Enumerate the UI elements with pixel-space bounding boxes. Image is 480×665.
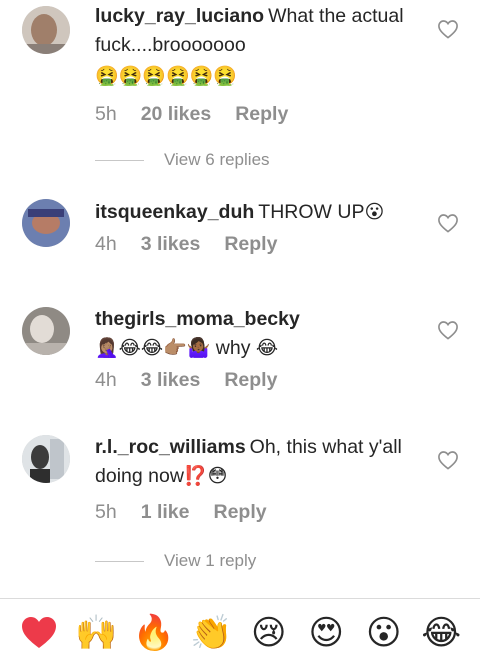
comment-emojis-prefix: 🤦🏽‍♀️😂😂👉🏽🤷🏾‍♀️: [95, 337, 211, 359]
comment-emojis: 😂: [255, 337, 279, 359]
view-replies-label: View 6 replies: [164, 150, 270, 169]
like-heart-icon[interactable]: [437, 450, 459, 470]
view-replies-label: View 1 reply: [164, 551, 257, 570]
comment-body: lucky_ray_luciano What the actual fuck...…: [95, 2, 425, 127]
reply-button[interactable]: Reply: [224, 369, 277, 392]
like-heart-icon[interactable]: [437, 213, 459, 233]
timestamp: 5h: [95, 102, 117, 125]
replies-divider-line: [95, 159, 144, 161]
comment-meta: 5h 20 likes Reply: [95, 101, 425, 127]
comment-text: r.l._roc_williams Oh, this what y'all doi…: [95, 433, 425, 491]
quick-emoji-bar: 🙌 🔥 👏 😢 😍 😮 😂: [0, 600, 480, 665]
timestamp: 4h: [95, 368, 117, 391]
crying-face-emoji-icon[interactable]: 😢: [247, 611, 291, 655]
timestamp: 4h: [95, 232, 117, 255]
comment-body: r.l._roc_williams Oh, this what y'all doi…: [95, 433, 425, 525]
comment-meta: 5h 1 like Reply: [95, 499, 425, 525]
comment-emojis: 🤮🤮🤮🤮🤮🤮: [95, 65, 237, 87]
likes-count[interactable]: 20 likes: [141, 103, 211, 126]
comment-meta: 4h 3 likes Reply: [95, 231, 425, 257]
avatar[interactable]: [22, 6, 70, 54]
raising-hands-emoji-icon[interactable]: 🙌: [74, 611, 118, 655]
likes-count[interactable]: 1 like: [141, 501, 190, 524]
reply-button[interactable]: Reply: [235, 103, 288, 126]
avatar[interactable]: [22, 199, 70, 247]
reply-button[interactable]: Reply: [214, 501, 267, 524]
red-heart-emoji-icon[interactable]: [17, 611, 61, 655]
comment-emojis: ⁉️😳: [183, 465, 228, 487]
surprised-face-emoji-icon[interactable]: 😮: [362, 611, 406, 655]
like-heart-icon[interactable]: [437, 320, 459, 340]
comment-body: itsqueenkay_duh THROW UP😮 4h 3 likes Repl…: [95, 198, 425, 257]
comment-text: itsqueenkay_duh THROW UP😮: [95, 198, 425, 227]
timestamp: 5h: [95, 500, 117, 523]
like-heart-icon[interactable]: [437, 19, 459, 39]
comment-text: thegirls_moma_becky: [95, 305, 425, 334]
username[interactable]: r.l._roc_williams: [95, 436, 246, 458]
username[interactable]: lucky_ray_luciano: [95, 5, 264, 27]
comment-text: lucky_ray_luciano What the actual fuck...…: [95, 2, 425, 60]
comment-message: THROW UP: [258, 201, 365, 223]
emoji-bar-divider: [0, 598, 480, 599]
tears-of-joy-emoji-icon[interactable]: 😂: [419, 611, 463, 655]
comment-emojis: 😮: [364, 201, 385, 223]
clapping-hands-emoji-icon[interactable]: 👏: [189, 611, 233, 655]
comment-text-line2: 🤦🏽‍♀️😂😂👉🏽🤷🏾‍♀️ why 😂: [95, 334, 425, 363]
avatar[interactable]: [22, 307, 70, 355]
view-replies-button[interactable]: View 1 reply: [95, 551, 256, 571]
comment-message: why: [215, 337, 251, 359]
likes-count[interactable]: 3 likes: [141, 233, 201, 256]
likes-count[interactable]: 3 likes: [141, 369, 201, 392]
reply-button[interactable]: Reply: [224, 233, 277, 256]
comment-body: thegirls_moma_becky 🤦🏽‍♀️😂😂👉🏽🤷🏾‍♀️ why 😂…: [95, 305, 425, 393]
heart-eyes-emoji-icon[interactable]: 😍: [304, 611, 348, 655]
view-replies-button[interactable]: View 6 replies: [95, 150, 270, 170]
username[interactable]: itsqueenkay_duh: [95, 201, 254, 223]
avatar[interactable]: [22, 435, 70, 483]
comment-meta: 4h 3 likes Reply: [95, 367, 425, 393]
fire-emoji-icon[interactable]: 🔥: [132, 611, 176, 655]
replies-divider-line: [95, 560, 144, 562]
username[interactable]: thegirls_moma_becky: [95, 308, 300, 330]
